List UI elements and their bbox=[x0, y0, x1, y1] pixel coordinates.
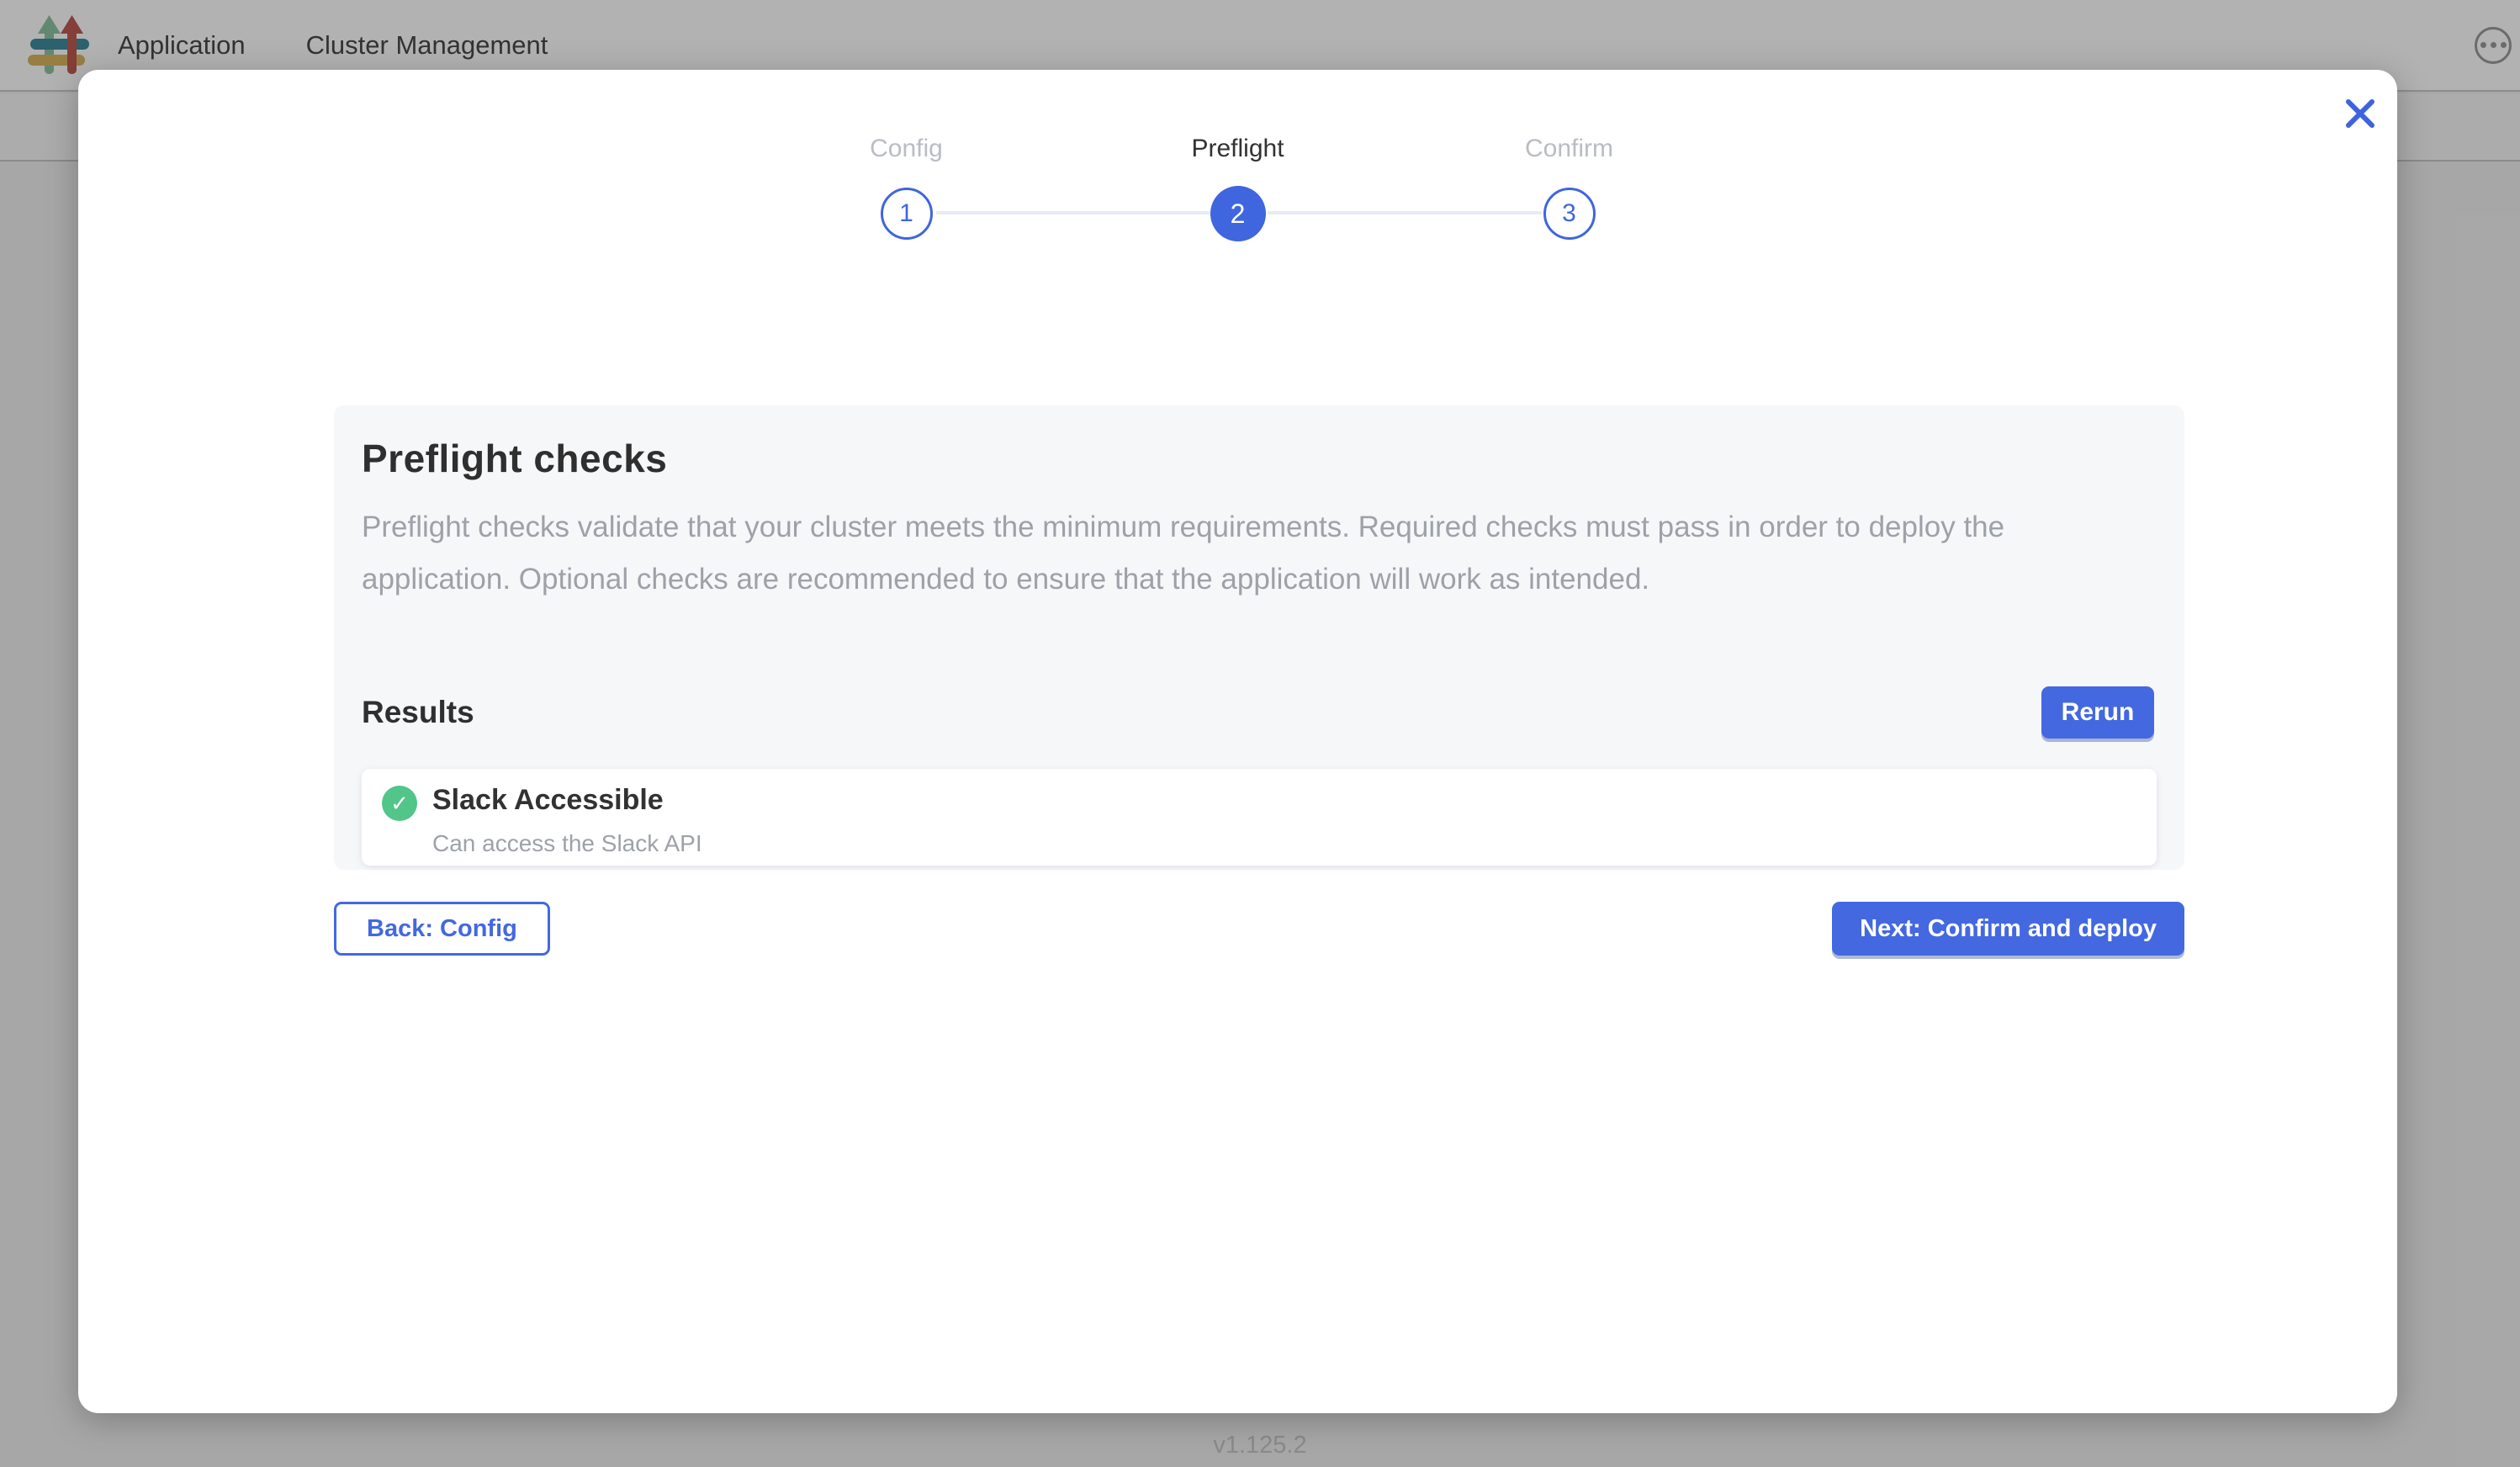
step-preflight: Preflight 2 bbox=[1072, 132, 1404, 241]
check-pass-icon: ✓ bbox=[382, 786, 417, 821]
close-button[interactable] bbox=[2337, 90, 2384, 137]
preflight-result-row: ✓ Slack Accessible Can access the Slack … bbox=[362, 769, 2157, 866]
back-config-button[interactable]: Back: Config bbox=[334, 902, 550, 956]
results-header-row: Results Rerun bbox=[362, 686, 2157, 739]
step-confirm: Confirm 3 bbox=[1404, 132, 1735, 241]
step-circle-2[interactable]: 2 bbox=[1210, 186, 1266, 241]
rerun-button[interactable]: Rerun bbox=[2041, 686, 2154, 739]
step-label: Confirm bbox=[1525, 132, 1613, 166]
result-text: Slack Accessible Can access the Slack AP… bbox=[432, 784, 702, 857]
panel-title: Preflight checks bbox=[362, 436, 2157, 481]
wizard-stepper: Config 1 Preflight 2 Confirm 3 bbox=[741, 132, 1735, 241]
step-circle-3[interactable]: 3 bbox=[1543, 188, 1596, 240]
result-title: Slack Accessible bbox=[432, 784, 702, 817]
step-label: Config bbox=[870, 132, 943, 166]
result-description: Can access the Slack API bbox=[432, 830, 702, 857]
next-confirm-deploy-button[interactable]: Next: Confirm and deploy bbox=[1832, 902, 2184, 956]
modal-actions: Back: Config Next: Confirm and deploy bbox=[334, 902, 2184, 956]
step-config: Config 1 bbox=[741, 132, 1072, 241]
results-title: Results bbox=[362, 695, 474, 730]
step-circle-1[interactable]: 1 bbox=[881, 188, 933, 240]
panel-description: Preflight checks validate that your clus… bbox=[362, 501, 2103, 606]
preflight-panel: Preflight checks Preflight checks valida… bbox=[334, 405, 2184, 870]
close-icon bbox=[2344, 98, 2376, 130]
stepper-connector bbox=[1268, 211, 1542, 214]
preflight-modal: Config 1 Preflight 2 Confirm 3 Preflight… bbox=[78, 70, 2397, 1413]
stepper-connector bbox=[936, 211, 1210, 214]
step-label: Preflight bbox=[1191, 132, 1284, 166]
